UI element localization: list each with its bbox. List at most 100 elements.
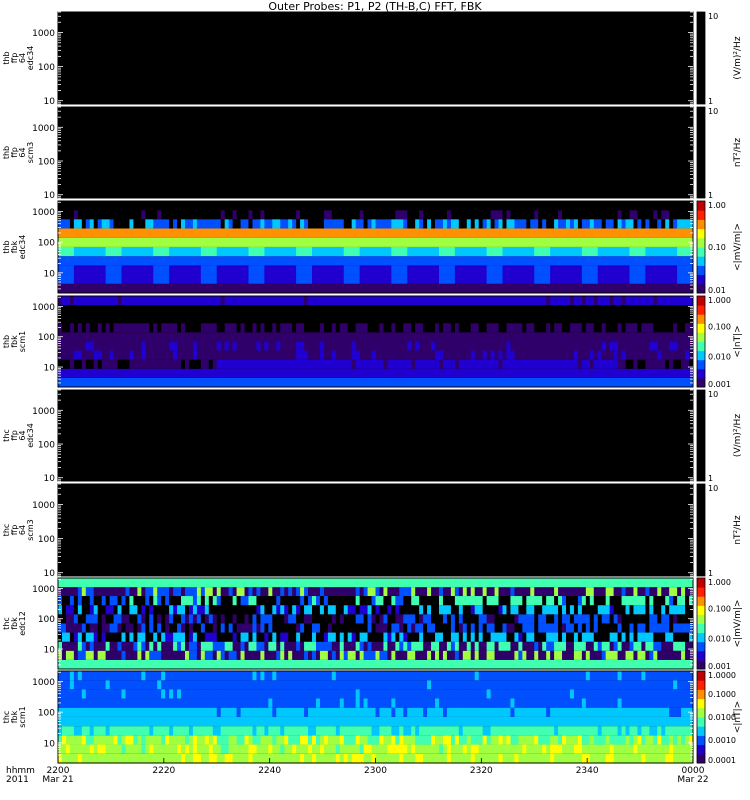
spectrogram-cell	[276, 614, 281, 624]
spectrogram-cell	[351, 659, 357, 669]
spectrogram-cell	[367, 350, 373, 360]
spectrogram-cell	[196, 650, 202, 660]
spectrogram-cell	[323, 650, 329, 660]
spectrogram-cell	[113, 614, 119, 624]
spectrogram-cell	[89, 641, 95, 651]
spectrogram-cell	[319, 359, 325, 369]
spectrogram-cell	[657, 332, 662, 342]
spectrogram-cell	[149, 305, 154, 315]
spectrogram-cell	[502, 228, 507, 238]
spectrogram-cell	[677, 274, 682, 284]
spectrogram-cell	[177, 246, 182, 257]
spectrogram-cell	[367, 623, 373, 633]
spectrogram-cell	[669, 274, 674, 284]
spectrogram-cell	[482, 614, 488, 624]
spectrogram-cell	[466, 246, 472, 257]
spectrogram-cell	[137, 368, 142, 378]
spectrogram-cell	[105, 605, 111, 615]
spectrogram-cell	[161, 605, 166, 615]
spectrogram-cell	[188, 210, 194, 220]
spectrogram-cell	[442, 659, 448, 669]
spectrogram-cell	[617, 377, 623, 387]
spectrogram-cell	[371, 341, 376, 351]
spectrogram-cell	[69, 659, 75, 669]
spectrogram-cell	[240, 596, 246, 606]
spectrogram-cell	[244, 578, 249, 588]
spectrogram-cell	[577, 314, 583, 324]
spectrogram-cell	[534, 283, 539, 293]
spectrogram-cell	[427, 650, 432, 660]
spectrogram-cell	[153, 650, 158, 660]
spectrogram-cell	[173, 323, 178, 333]
spectrogram-cell	[450, 377, 456, 387]
spectrogram-cell	[371, 210, 376, 220]
spectrogram-cell	[264, 350, 269, 360]
spectrogram-cell	[482, 219, 488, 229]
spectrogram-cell	[117, 641, 122, 651]
spectrogram-cell	[276, 587, 281, 597]
spectrogram-cell	[125, 596, 130, 606]
spectrogram-cell	[367, 332, 373, 342]
spectrogram-cell	[566, 256, 571, 266]
spectrogram-cell	[562, 578, 567, 588]
spectrogram-cell	[526, 641, 531, 651]
spectrogram-cell	[466, 314, 472, 324]
spectrogram-cell	[359, 256, 365, 266]
spectrogram-cell	[276, 246, 281, 257]
spectrogram-cell	[510, 359, 515, 369]
spectrogram-cell	[153, 623, 158, 633]
spectrogram-cell	[470, 377, 476, 387]
spectrogram-cell	[89, 314, 95, 324]
spectrogram-cell	[280, 228, 285, 238]
spectrogram-cell	[494, 650, 500, 660]
spectrogram-cell	[450, 314, 456, 324]
spectrogram-cell	[204, 650, 210, 660]
spectrogram-cell	[315, 359, 321, 369]
spectrogram-cell	[331, 332, 337, 342]
spectrogram-cell	[335, 359, 341, 369]
spectrogram-cell	[97, 623, 103, 633]
spectrogram-cell	[161, 283, 166, 293]
spectrogram-cell	[236, 623, 242, 633]
spectrogram-cell	[240, 368, 246, 378]
spectrogram-cell	[109, 332, 115, 342]
spectrogram-cell	[435, 650, 440, 660]
spectrogram-cell	[224, 359, 230, 369]
spectrogram-cell	[69, 296, 75, 306]
spectrogram-cell	[137, 641, 142, 651]
spectrogram-cell	[589, 377, 595, 387]
spectrogram-cell	[323, 623, 329, 633]
spectrogram-cell	[196, 323, 202, 333]
spectrogram-cell	[296, 641, 301, 651]
spectrogram-cell	[89, 587, 95, 597]
spectrogram-cell	[633, 274, 638, 284]
spectrogram-cell	[185, 659, 190, 669]
spectrogram-cell	[101, 641, 107, 651]
spectrogram-cell	[419, 219, 424, 229]
spectrogram-cell	[403, 210, 408, 220]
spectrogram-cell	[81, 359, 87, 369]
spectrogram-cell	[601, 237, 607, 247]
spectrogram-cell	[347, 659, 353, 669]
spectrogram-cell	[224, 641, 230, 651]
spectrogram-cell	[613, 377, 619, 387]
spectrogram-cell	[351, 578, 357, 588]
spectrogram-cell	[661, 368, 666, 378]
spectrogram-cell	[681, 201, 686, 211]
spectrogram-cell	[331, 650, 337, 660]
spectrogram-cell	[133, 368, 138, 378]
spectrogram-cell	[391, 332, 396, 342]
spectrogram-cell	[288, 377, 293, 387]
spectrogram-cell	[657, 359, 662, 369]
spectrogram-cell	[331, 283, 337, 293]
spectrogram-cell	[196, 219, 202, 229]
spectrogram-cell	[530, 265, 535, 275]
spectrogram-cell	[427, 314, 432, 324]
spectrogram-cell	[458, 332, 464, 342]
spectrogram-cell	[546, 341, 551, 351]
spectrogram-cell	[212, 332, 218, 342]
spectrogram-cell	[534, 350, 539, 360]
spectrogram-cell	[169, 296, 174, 306]
spectrogram-cell	[435, 641, 440, 651]
spectrogram-cell	[200, 350, 206, 360]
